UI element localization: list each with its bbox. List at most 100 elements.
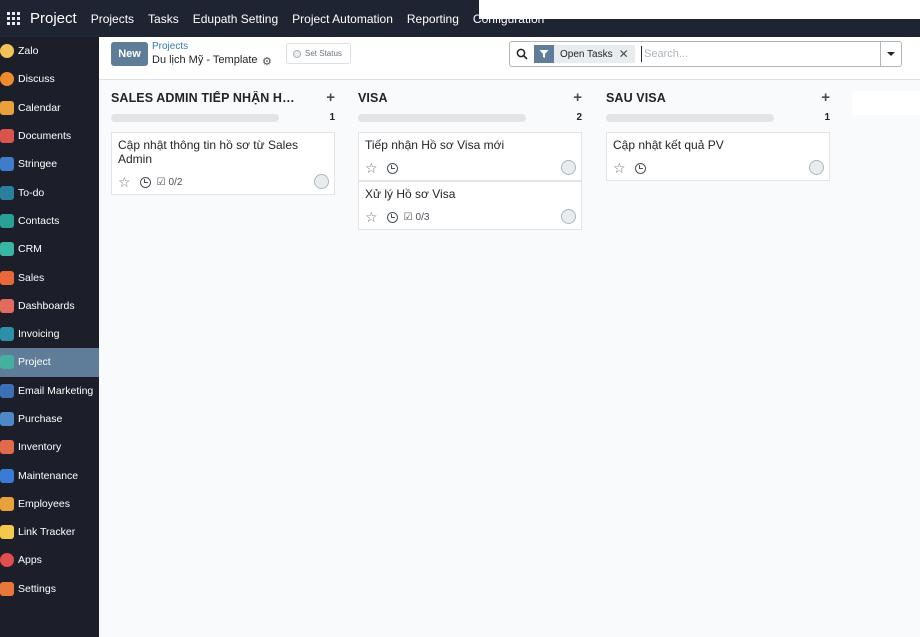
sidebar-item-label: Purchase <box>18 413 63 425</box>
menu-projects[interactable]: Projects <box>91 12 134 26</box>
sidebar-item-settings[interactable]: Settings <box>0 575 99 603</box>
todo-icon <box>0 185 14 200</box>
sidebar-item-maintenance[interactable]: Maintenance <box>0 461 99 489</box>
star-icon[interactable]: ☆ <box>365 210 378 224</box>
add-task-icon[interactable]: + <box>821 89 830 106</box>
sidebar-item-todo[interactable]: To-do <box>0 178 99 206</box>
sidebar-item-stringee[interactable]: Stringee <box>0 150 99 178</box>
checkbox-icon: ☑ <box>403 211 413 223</box>
sidebar-item-label: Apps <box>18 554 42 567</box>
column-count: 1 <box>329 112 335 123</box>
apps-sidebar: Zalo Discuss Calendar Documents Stringee… <box>0 37 99 637</box>
avatar[interactable] <box>561 209 576 224</box>
avatar[interactable] <box>561 160 576 175</box>
sidebar-item-dashboards[interactable]: Dashboards <box>0 292 99 320</box>
calendar-icon <box>0 100 14 115</box>
search-bar: Open Tasks ✕ <box>509 41 902 67</box>
sidebar-item-discuss[interactable]: Discuss <box>0 65 99 93</box>
card-footer: ☆ <box>613 161 646 175</box>
task-card[interactable]: Xử lý Hồ sơ Visa ☆ ☑ 0/3 <box>358 181 582 230</box>
sidebar-item-label: Email Marketing <box>18 384 94 397</box>
sidebar-item-purchase[interactable]: Purchase <box>0 405 99 433</box>
sidebar-item-project[interactable]: Project <box>0 348 99 377</box>
avatar[interactable] <box>809 160 824 175</box>
purchase-icon <box>0 412 14 426</box>
settings-icon <box>0 581 14 596</box>
column-title[interactable]: VISA <box>358 91 548 105</box>
clock-icon[interactable] <box>634 162 646 174</box>
sidebar-item-label: Link Tracker <box>18 526 76 539</box>
sidebar-item-label: Inventory <box>18 441 62 454</box>
add-task-icon[interactable]: + <box>326 89 335 106</box>
app-menu-icon[interactable] <box>4 10 22 28</box>
sidebar-item-contacts[interactable]: Contacts <box>0 207 99 235</box>
checklist-count: 0/3 <box>415 211 430 223</box>
sidebar-item-label: Sales <box>18 271 45 284</box>
column-title[interactable]: SALES ADMIN TIẾP NHẬN HỒ ... <box>111 91 301 105</box>
sidebar-item-calendar[interactable]: Calendar <box>0 94 99 122</box>
clock-icon[interactable] <box>386 211 398 223</box>
star-icon[interactable]: ☆ <box>613 161 626 175</box>
menu-edupath-setting[interactable]: Edupath Setting <box>193 12 278 26</box>
search-options-toggle[interactable] <box>880 42 901 66</box>
sidebar-item-label: Employees <box>18 497 70 510</box>
sidebar-item-documents[interactable]: Documents <box>0 122 99 150</box>
set-status-label: Set Status <box>305 49 342 58</box>
star-icon[interactable]: ☆ <box>118 175 131 189</box>
set-status-button[interactable]: Set Status <box>286 43 351 64</box>
card-footer: ☆ ☑ 0/3 <box>365 210 429 224</box>
sidebar-item-label: To-do <box>18 186 45 199</box>
app-brand[interactable]: Project <box>30 10 77 27</box>
sidebar-item-link-tracker[interactable]: Link Tracker <box>0 518 99 546</box>
invoicing-icon <box>0 327 14 342</box>
search-icon[interactable] <box>516 48 528 60</box>
star-icon[interactable]: ☆ <box>365 161 378 175</box>
avatar[interactable] <box>314 174 329 189</box>
task-card[interactable]: Cập nhật thông tin hồ sơ từ Sales Admin … <box>111 132 335 195</box>
task-card[interactable]: Tiếp nhận Hồ sơ Visa mới ☆ <box>358 132 582 181</box>
column-progress-bar[interactable] <box>606 114 774 122</box>
filter-icon <box>534 45 554 63</box>
breadcrumb-projects-link[interactable]: Projects <box>152 41 188 52</box>
sidebar-item-zalo[interactable]: Zalo <box>0 37 99 65</box>
employees-icon <box>0 496 14 511</box>
column-progress-bar[interactable] <box>358 114 526 122</box>
status-dot-icon <box>293 49 301 58</box>
column-title[interactable]: SAU VISA <box>606 91 796 105</box>
search-facet: Open Tasks ✕ <box>534 45 635 63</box>
add-task-icon[interactable]: + <box>573 89 582 106</box>
sidebar-item-employees[interactable]: Employees <box>0 490 99 518</box>
sidebar-item-label: Discuss <box>18 73 55 86</box>
sidebar-item-invoicing[interactable]: Invoicing <box>0 320 99 348</box>
documents-icon <box>0 129 14 144</box>
sidebar-item-label: Zalo <box>18 45 39 58</box>
facet-label: Open Tasks <box>560 48 613 60</box>
task-title: Xử lý Hồ sơ Visa <box>365 187 456 201</box>
menu-reporting[interactable]: Reporting <box>407 12 459 26</box>
search-input[interactable] <box>641 46 876 62</box>
column-progress-bar[interactable] <box>111 114 279 122</box>
link-tracker-icon <box>0 525 14 540</box>
sidebar-item-sales[interactable]: Sales <box>0 263 99 291</box>
sidebar-item-label: Settings <box>18 582 56 595</box>
dashboards-icon <box>0 298 14 313</box>
checklist-badge: ☑ 0/2 <box>157 177 183 188</box>
menu-configuration[interactable]: Configuration <box>473 12 544 26</box>
sidebar-item-email-marketing[interactable]: Email Marketing <box>0 377 99 405</box>
sidebar-item-crm[interactable]: CRM <box>0 235 99 263</box>
control-panel: New Projects Du lịch Mỹ - Template ⚙ Set… <box>99 37 920 80</box>
inventory-icon <box>0 440 14 455</box>
sidebar-item-label: Dashboards <box>18 299 75 312</box>
clock-icon[interactable] <box>386 162 398 174</box>
new-button[interactable]: New <box>111 42 148 66</box>
add-column-placeholder[interactable] <box>852 91 920 115</box>
close-icon[interactable]: ✕ <box>619 47 635 61</box>
clock-icon[interactable] <box>139 176 151 188</box>
sidebar-item-apps[interactable]: Apps <box>0 546 99 574</box>
menu-tasks[interactable]: Tasks <box>148 12 179 26</box>
task-card[interactable]: Cập nhật kết quả PV ☆ <box>606 132 830 181</box>
gear-icon[interactable]: ⚙ <box>262 55 272 68</box>
menu-project-automation[interactable]: Project Automation <box>292 12 393 26</box>
sidebar-item-inventory[interactable]: Inventory <box>0 433 99 461</box>
task-title: Cập nhật kết quả PV <box>613 138 724 152</box>
